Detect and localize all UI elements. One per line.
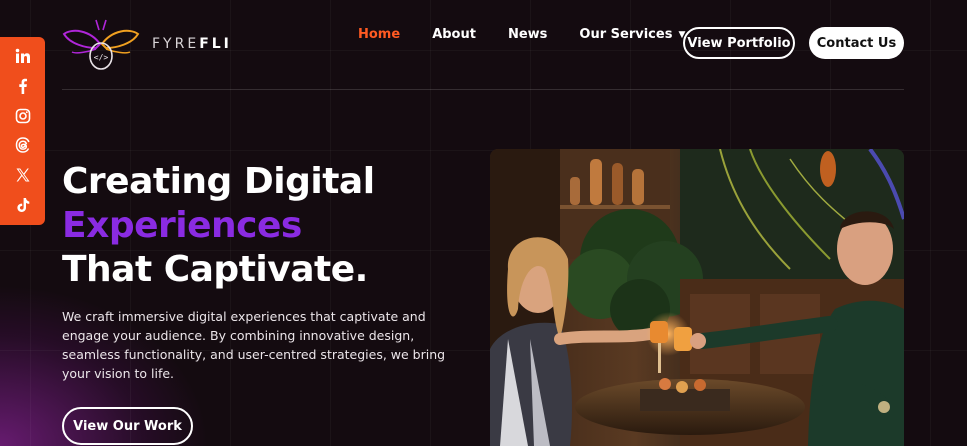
main-nav: Home About News Our Services ▼ (358, 27, 717, 42)
view-our-work-button[interactable]: View Our Work (62, 407, 193, 445)
hero-image (490, 149, 904, 446)
contact-us-button[interactable]: Contact Us (809, 27, 904, 59)
site-header: </> FYREFLI Home About News Our Services… (62, 14, 904, 74)
firefly-logo-icon: </> (62, 19, 140, 70)
svg-text:</>: </> (94, 53, 109, 62)
logo-text-bold: FLI (199, 36, 232, 52)
hero-description: We craft immersive digital experiences t… (62, 309, 446, 381)
logo-text-light: FYRE (152, 36, 200, 52)
hero-title-line-1: Creating Digital (62, 161, 375, 202)
threads-icon[interactable] (13, 135, 33, 155)
linkedin-icon[interactable] (13, 46, 33, 66)
page: </> FYREFLI Home About News Our Services… (0, 0, 967, 446)
nav-our-services-label: Our Services (579, 27, 673, 42)
facebook-icon[interactable] (13, 76, 33, 96)
nav-our-services[interactable]: Our Services ▼ (579, 27, 685, 42)
view-portfolio-button[interactable]: View Portfolio (683, 27, 795, 59)
instagram-icon[interactable] (13, 106, 33, 126)
nav-home[interactable]: Home (358, 27, 400, 42)
hero-title: Creating Digital Experiences That Captiv… (62, 160, 482, 292)
x-icon[interactable] (13, 165, 33, 185)
nav-about[interactable]: About (432, 27, 476, 42)
logo-text: FYREFLI (152, 36, 232, 52)
tiktok-icon[interactable] (13, 195, 33, 215)
hero-title-line-2: Experiences (62, 205, 302, 246)
nav-news[interactable]: News (508, 27, 547, 42)
header-divider (62, 89, 904, 90)
logo[interactable]: </> FYREFLI (62, 16, 232, 72)
social-sidebar (0, 37, 45, 225)
hero-title-line-3: That Captivate. (62, 249, 368, 290)
